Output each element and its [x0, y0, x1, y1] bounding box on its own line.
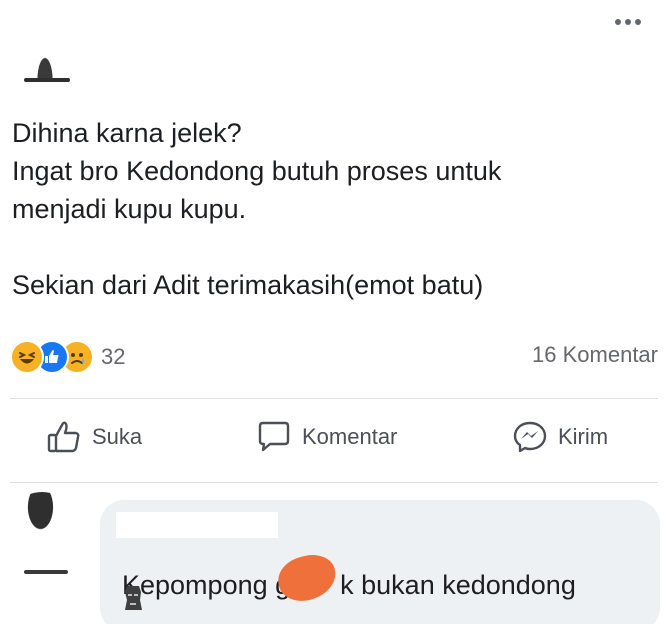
thumbs-up-icon: [47, 421, 80, 453]
reaction-summary[interactable]: 32: [10, 340, 125, 374]
more-options-icon: [615, 19, 621, 25]
post-author-avatar-edge: [24, 78, 70, 82]
post-author-avatar[interactable]: [16, 0, 74, 80]
moai-emoji-icon: [125, 586, 142, 610]
comment-text-after-censor: k bukan kedondong: [340, 570, 576, 600]
send-label: Kirim: [558, 424, 609, 449]
post-line-gap: [12, 228, 652, 266]
divider: [10, 398, 658, 399]
like-label: Suka: [92, 424, 143, 449]
comment-text-before-censor: Kepompong g: [122, 570, 291, 600]
post-line: menjadi kupu kupu.: [12, 194, 247, 224]
like-button[interactable]: Suka: [46, 420, 142, 454]
more-options-button[interactable]: [608, 12, 648, 32]
comment-text: Kepompong g k bukan kedondong: [122, 550, 576, 606]
messenger-icon: [513, 421, 547, 453]
more-options-icon-dot: [635, 19, 641, 25]
post-body: Dihina karna jelek? Ingat bro Kedondong …: [12, 114, 652, 304]
redacted-commenter-name: [116, 512, 278, 538]
comment-button[interactable]: Komentar: [256, 420, 397, 454]
comment-label: Komentar: [302, 424, 398, 449]
post-line: Ingat bro Kedondong butuh proses untuk: [12, 156, 502, 186]
post-line: Sekian dari Adit terimakasih(emot batu): [12, 270, 484, 300]
comment-bubble: Kepompong g k bukan kedondong: [100, 500, 660, 624]
comment-bubble-icon: [258, 421, 290, 452]
reaction-count: 32: [101, 344, 126, 369]
facebook-post-screenshot: Dihina karna jelek? Ingat bro Kedondong …: [0, 0, 668, 624]
commenter-avatar-edge: [24, 570, 68, 574]
comment-count-link[interactable]: 16 Komentar: [532, 342, 658, 368]
haha-reaction-icon: [10, 340, 44, 374]
post-action-bar: Suka Komentar Kirim: [0, 410, 668, 472]
divider: [10, 482, 658, 483]
post-line: Dihina karna jelek?: [12, 118, 242, 148]
thumbs-up-small-icon: [45, 350, 59, 363]
more-options-icon-dot: [625, 19, 631, 25]
haha-face-icon: [19, 352, 35, 364]
send-button[interactable]: Kirim: [512, 420, 608, 454]
commenter-avatar[interactable]: [4, 492, 80, 576]
